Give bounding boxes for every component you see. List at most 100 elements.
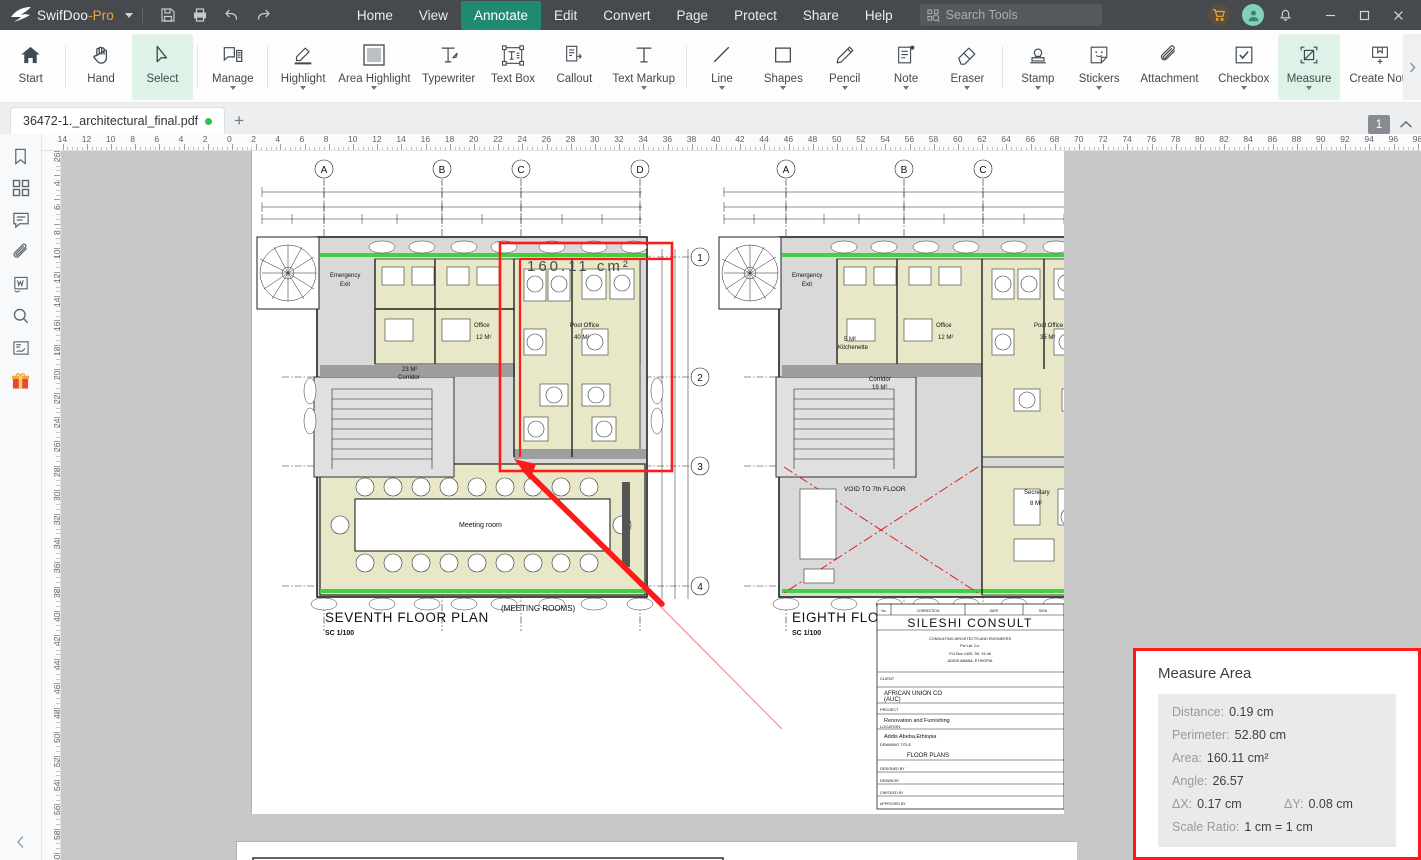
document-tab[interactable]: 36472-1._architectural_final.pdf [10,107,226,134]
chevron-down-icon[interactable] [780,86,787,90]
ribbon-stickers-label: Stickers [1078,73,1120,85]
app-brand[interactable]: SwifDoo-Pro [0,6,133,24]
ruler-minor-tick [56,194,60,196]
ribbon-overflow-button[interactable] [1403,34,1421,100]
ribbon-stamp[interactable]: Stamp [1007,34,1068,100]
ribbon-area-highlight[interactable]: Area Highlight [334,34,415,100]
chevron-down-icon[interactable] [1240,86,1247,90]
sidebar-item-gift[interactable] [6,364,36,396]
ruler-tick [54,804,60,806]
ribbon-note[interactable]: Note [875,34,936,100]
print-icon[interactable] [187,2,213,28]
ribbon-hand[interactable]: Hand [70,34,131,100]
chevron-down-icon[interactable] [1096,86,1103,90]
chevron-down-icon[interactable] [371,86,378,90]
ruler-tick [812,144,814,150]
chevron-down-icon[interactable] [1306,86,1313,90]
avatar[interactable] [1242,4,1264,26]
menu-item-home[interactable]: Home [344,1,406,30]
svg-text:5 M²: 5 M² [844,337,856,343]
sidebar-item-attachments[interactable] [6,236,36,268]
ribbon-stickers[interactable]: Stickers [1069,34,1130,100]
svg-text:DRAWING TITLE: DRAWING TITLE [880,742,911,747]
menu-item-help[interactable]: Help [852,1,906,30]
sidebar-item-signature[interactable] [6,332,36,364]
ruler-tick [425,144,427,150]
ruler-label: 8 [323,134,329,144]
ribbon-line[interactable]: Line [691,34,752,100]
measure-area-panel[interactable]: Measure Area Distance: 0.19 cm Perimeter… [1133,648,1421,860]
menu-item-annotate[interactable]: Annotate [460,0,541,30]
svg-text:8 M²: 8 M² [1030,501,1042,507]
sidebar-item-comments[interactable] [6,204,36,236]
vertical-ruler[interactable]: 26 4 6 8 10 12 14 16 18 20 22 24 26 28 30 32 34 36 38 40 42 4… [42,151,61,860]
collapse-ribbon-chevron-up-icon[interactable] [1399,118,1413,132]
sidebar-collapse-button[interactable] [0,834,42,850]
minimize-button[interactable] [1313,0,1347,30]
ribbon-text-box[interactable]: Text Box [482,34,543,100]
ruler-tick [667,144,669,150]
menu-item-protect[interactable]: Protect [721,1,790,30]
ruler-tick [54,368,60,370]
ribbon-attachment[interactable]: Attachment [1130,34,1209,100]
save-icon[interactable] [155,2,181,28]
chevron-down-icon[interactable] [841,86,848,90]
ribbon-checkbox[interactable]: Checkbox [1209,34,1278,100]
redo-icon[interactable] [251,2,277,28]
chevron-down-icon[interactable] [300,86,307,90]
chevron-down-icon[interactable] [1034,86,1041,90]
pdf-page-2[interactable] [236,841,1077,860]
notifications-bell-icon[interactable] [1278,6,1293,25]
sidebar-item-bookmarks[interactable] [6,140,36,172]
close-button[interactable] [1381,0,1415,30]
pdf-page-1[interactable]: A B C D 1 2 3 4 Emergency Exit Office 12 M² Pool… [251,151,1172,814]
chevron-down-icon[interactable] [640,86,647,90]
ruler-tick [54,610,60,612]
sidebar-item-search[interactable] [6,300,36,332]
ribbon-typewriter[interactable]: Typewriter [415,34,482,100]
new-tab-button[interactable]: + [225,107,253,134]
menu-item-view[interactable]: View [406,1,461,30]
search-tools-input[interactable]: Search Tools [919,4,1102,26]
chevron-down-icon[interactable] [718,86,725,90]
ruler-minor-tick [56,504,60,506]
sidebar-item-convert-word[interactable] [6,268,36,300]
maximize-button[interactable] [1347,0,1381,30]
ruler-tick [54,780,60,782]
ribbon-eraser[interactable]: Eraser [937,34,998,100]
menu-item-edit[interactable]: Edit [541,1,590,30]
menu-item-share[interactable]: Share [790,1,852,30]
chevron-down-icon[interactable] [229,86,236,90]
ribbon-manage[interactable]: Manage [202,34,263,100]
horizontal-ruler[interactable]: 14 12 10 8 6 4 2 0 2 4 6 8 10 12 14 16 18 20 22 24 26 28 30 32 3… [42,134,1421,151]
ruler-label: 94 [1364,134,1374,144]
ribbon-measure[interactable]: Measure [1278,34,1340,100]
swifdoo-logo-icon [10,6,31,24]
ruler-minor-tick [56,470,60,472]
svg-text:3: 3 [697,462,703,473]
ribbon-callout[interactable]: Callout [544,34,605,100]
angle-value: 26.57 [1212,774,1244,788]
menu-item-convert[interactable]: Convert [590,1,663,30]
ribbon-text-markup[interactable]: Text Markup [605,34,682,100]
ruler-minor-tick [56,741,60,743]
chevron-down-icon[interactable] [964,86,971,90]
sidebar-item-thumbnails[interactable] [6,172,36,204]
ribbon-pencil[interactable]: Pencil [814,34,875,100]
ruler-minor-tick [56,189,60,191]
ribbon-shapes[interactable]: Shapes [753,34,814,100]
svg-text:Secretary: Secretary [1024,490,1050,496]
ruler-tick [643,144,645,150]
divider [197,46,199,88]
ribbon-select[interactable]: Select [131,34,194,100]
menu-item-page[interactable]: Page [664,1,722,30]
page-number-indicator[interactable]: 1 [1368,115,1390,134]
text-markup-icon [633,41,655,69]
ribbon-start[interactable]: Start [0,34,61,100]
chevron-down-icon[interactable] [903,86,910,90]
brand-chevron-down-icon[interactable] [124,12,133,18]
undo-icon[interactable] [219,2,245,28]
ruler-minor-tick [56,615,60,617]
cart-icon[interactable] [1208,4,1230,26]
ribbon-highlight[interactable]: Highlight [272,34,333,100]
